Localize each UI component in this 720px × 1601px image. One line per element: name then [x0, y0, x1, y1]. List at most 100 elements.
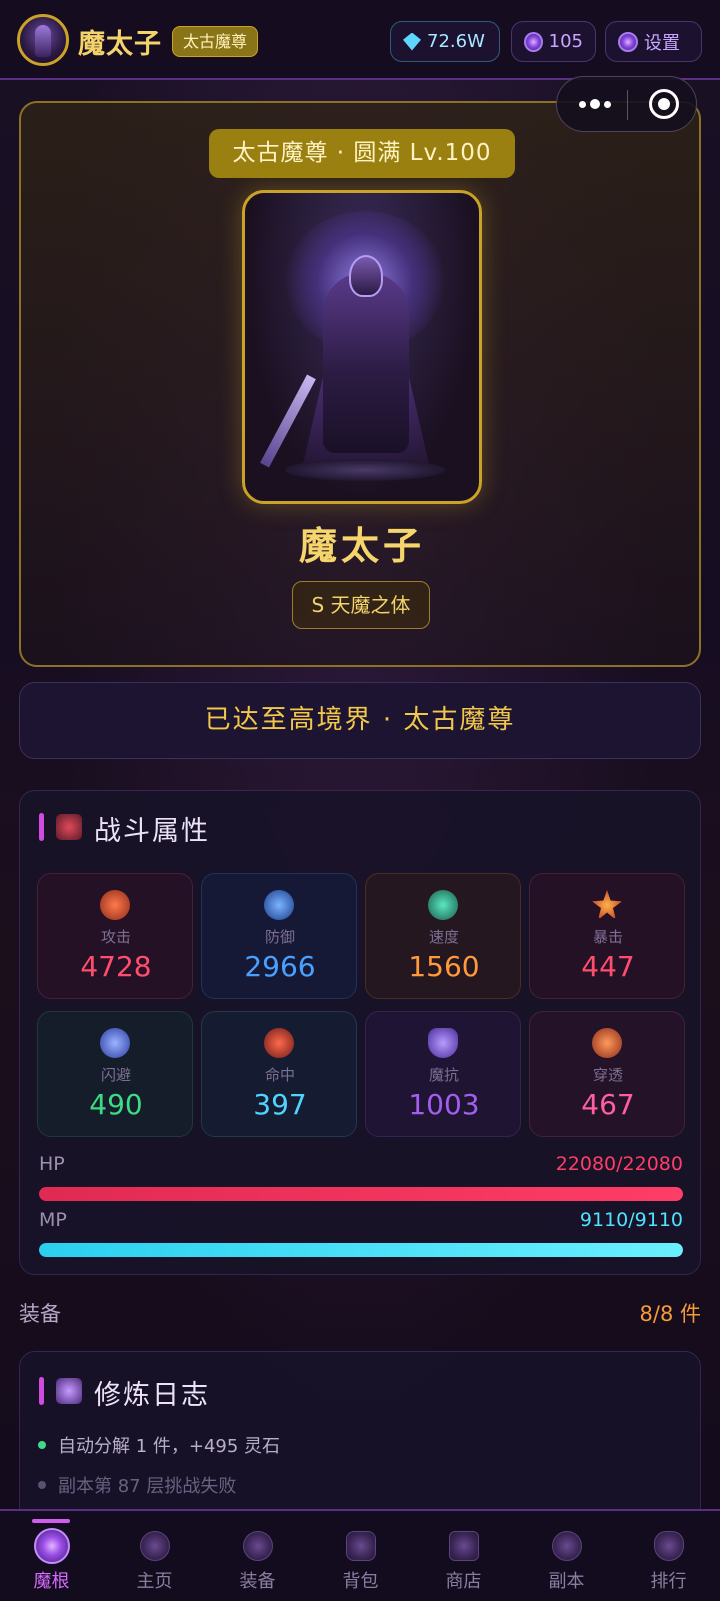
mp-value: 9110/9110 [579, 1209, 683, 1231]
training-log-card: 修炼日志 自动分解 1 件，+495 灵石 副本第 87 层挑战失败 [19, 1351, 701, 1521]
dodge-icon [100, 1028, 130, 1058]
penetration-icon [592, 1028, 622, 1058]
stat-label: 命中 [264, 1066, 295, 1084]
defense-icon [264, 890, 294, 920]
nav-label: 魔根 [33, 1571, 70, 1592]
equipment-icon [243, 1531, 273, 1561]
log-entry: 副本第 87 层挑战失败 [38, 1472, 236, 1498]
combat-stats-icon [56, 814, 82, 840]
nav-label: 主页 [136, 1571, 173, 1592]
capsule-divider [627, 90, 628, 120]
demon-root-icon [34, 1528, 70, 1564]
character-portrait[interactable] [242, 190, 482, 504]
character-name: 魔太子 [298, 524, 425, 568]
hp-bar [39, 1187, 683, 1201]
gem-currency-chip[interactable]: 72.6W [390, 21, 500, 62]
active-tab-indicator [32, 1519, 70, 1523]
stat-defense: 防御 2966 [201, 873, 357, 999]
log-icon [56, 1378, 82, 1404]
settings-label: 设置 [644, 32, 680, 54]
portrait-head [349, 255, 383, 297]
nav-label: 商店 [445, 1571, 482, 1592]
mp-bar [39, 1243, 683, 1257]
mini-program-capsule [556, 76, 697, 132]
nav-label: 排行 [650, 1571, 687, 1592]
training-log-title: 修炼日志 [94, 1380, 210, 1411]
talent-badge[interactable]: S 天魔之体 [292, 581, 430, 629]
player-name: 魔太子 [78, 29, 162, 60]
stat-label: 攻击 [100, 928, 131, 946]
equipment-label[interactable]: 装备 [19, 1298, 61, 1328]
log-text: 自动分解 1 件，+495 灵石 [58, 1436, 281, 1457]
stat-value: 2966 [244, 950, 316, 983]
stat-attack: 攻击 4728 [37, 873, 193, 999]
dungeon-icon [552, 1531, 582, 1561]
nav-item-demon-root[interactable]: 魔根 [0, 1511, 103, 1601]
log-entry: 自动分解 1 件，+495 灵石 [38, 1432, 280, 1458]
top-bar: 魔太子 太古魔尊 72.6W 105 设置 [0, 0, 720, 80]
stat-label: 穿透 [592, 1066, 623, 1084]
stat-value: 447 [581, 950, 635, 983]
log-dot [38, 1441, 46, 1449]
nav-label: 背包 [342, 1571, 379, 1592]
stat-value: 397 [253, 1088, 307, 1121]
stat-value: 4728 [80, 950, 152, 983]
stat-crit: 暴击 447 [529, 873, 685, 999]
stat-magic-resist: 魔抗 1003 [365, 1011, 521, 1137]
avatar[interactable] [17, 14, 69, 66]
avatar-figure-icon [35, 25, 51, 57]
nav-item-equipment[interactable]: 装备 [206, 1511, 309, 1601]
mp-label: MP [39, 1209, 67, 1231]
log-text: 副本第 87 层挑战失败 [58, 1476, 237, 1497]
stat-value: 1003 [408, 1088, 480, 1121]
stat-label: 魔抗 [428, 1066, 459, 1084]
stat-accuracy: 命中 397 [201, 1011, 357, 1137]
stat-label: 暴击 [592, 928, 623, 946]
settings-button[interactable]: 设置 [605, 21, 702, 62]
crit-icon [592, 890, 622, 920]
settings-icon [618, 31, 638, 52]
mp-bar-fill [39, 1243, 683, 1257]
nav-item-shop[interactable]: 商店 [412, 1511, 515, 1601]
portrait-base [285, 459, 445, 481]
orb-currency-chip[interactable]: 105 [511, 21, 596, 62]
realm-level-title: 太古魔尊 · 圆满 Lv.100 [209, 129, 515, 178]
nav-item-ranking[interactable]: 排行 [617, 1511, 720, 1601]
ranking-icon [654, 1531, 684, 1561]
hp-value: 22080/22080 [555, 1153, 683, 1175]
nav-label: 装备 [239, 1571, 276, 1592]
equipment-count[interactable]: 8/8 件 [600, 1298, 701, 1328]
nav-label: 副本 [548, 1571, 585, 1592]
gem-icon [403, 32, 421, 51]
nav-item-dungeon[interactable]: 副本 [515, 1511, 618, 1601]
stat-value: 1560 [408, 950, 480, 983]
realm-banner: 已达至高境界 · 太古魔尊 [19, 682, 701, 759]
section-accent-bar [39, 1377, 44, 1405]
stat-penetration: 穿透 467 [529, 1011, 685, 1137]
accuracy-icon [264, 1028, 294, 1058]
stat-label: 防御 [264, 928, 295, 946]
stat-speed: 速度 1560 [365, 873, 521, 999]
stat-value: 467 [581, 1088, 635, 1121]
close-miniprogram-icon[interactable] [649, 89, 679, 119]
hp-label: HP [39, 1153, 65, 1175]
portrait-body [323, 273, 409, 453]
hp-bar-fill [39, 1187, 683, 1201]
stat-label: 闪避 [100, 1066, 131, 1084]
orb-amount: 105 [548, 31, 583, 52]
attack-icon [100, 890, 130, 920]
shield-icon [428, 1028, 458, 1058]
character-card: 太古魔尊 · 圆满 Lv.100 魔太子 S 天魔之体 [19, 101, 701, 667]
more-icon[interactable] [579, 95, 611, 113]
bag-icon [346, 1531, 376, 1561]
stat-label: 速度 [428, 928, 459, 946]
bottom-nav: 魔根 主页 装备 背包 商店 副本 排行 [0, 1509, 720, 1601]
nav-item-home[interactable]: 主页 [103, 1511, 206, 1601]
log-dot [38, 1481, 46, 1489]
orb-icon [524, 31, 543, 52]
speed-icon [428, 890, 458, 920]
nav-item-bag[interactable]: 背包 [309, 1511, 412, 1601]
combat-stats-title: 战斗属性 [94, 816, 210, 847]
combat-stats-card: 战斗属性 攻击 4728 防御 2966 速度 1560 暴击 447 闪避 4… [19, 790, 701, 1275]
shop-icon [449, 1531, 479, 1561]
